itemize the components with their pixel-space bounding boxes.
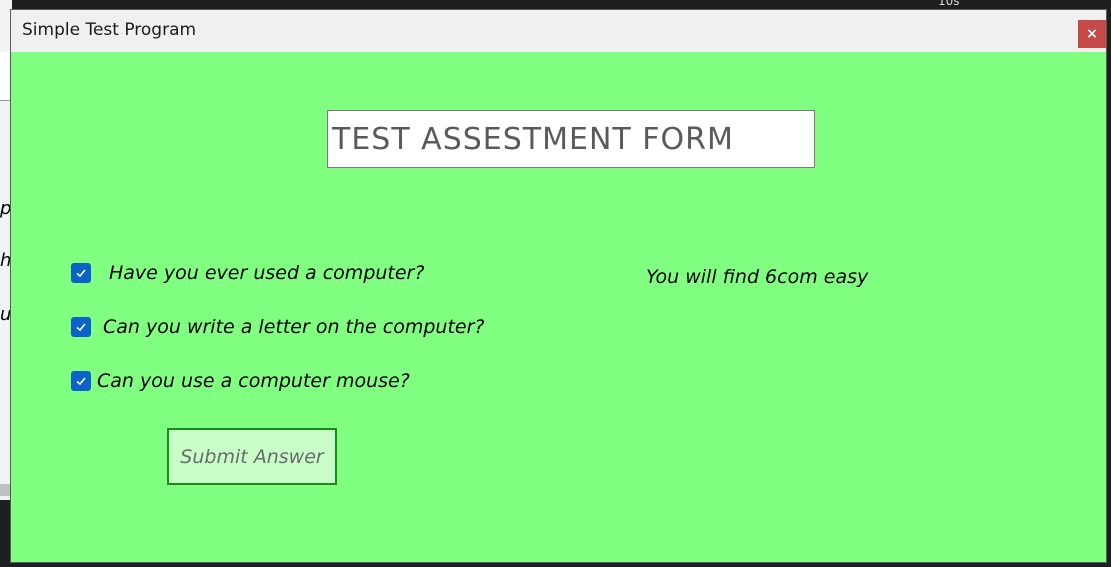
background-top-text: 10s	[938, 0, 960, 8]
checkbox-write-letter[interactable]	[71, 317, 91, 337]
background-top-strip	[750, 0, 1111, 9]
question-label: Can you use a computer mouse?	[97, 370, 410, 392]
check-icon	[76, 269, 86, 278]
submit-answer-button[interactable]: Submit Answer	[167, 428, 337, 485]
title-bar[interactable]: Simple Test Program ×	[11, 10, 1106, 52]
question-use-mouse[interactable]: Can you use a computer mouse?	[71, 370, 410, 392]
check-icon	[76, 377, 86, 386]
question-computer-used[interactable]: Have you ever used a computer?	[71, 262, 424, 284]
question-label: Can you write a letter on the computer?	[103, 316, 485, 338]
test-program-window: Simple Test Program × TEST ASSESTMENT FO…	[10, 9, 1107, 563]
result-label: You will find 6com easy	[646, 266, 869, 288]
question-label: Have you ever used a computer?	[109, 262, 425, 284]
close-button[interactable]: ×	[1078, 20, 1106, 48]
close-icon: ×	[1086, 26, 1098, 42]
question-write-letter[interactable]: Can you write a letter on the computer?	[71, 316, 484, 338]
check-icon	[76, 323, 86, 332]
form-title-field[interactable]: TEST ASSESTMENT FORM	[327, 110, 815, 168]
checkbox-use-mouse[interactable]	[71, 371, 91, 391]
background-right-edge	[1107, 0, 1111, 567]
window-title: Simple Test Program	[22, 20, 197, 40]
checkbox-computer-used[interactable]	[71, 263, 91, 283]
